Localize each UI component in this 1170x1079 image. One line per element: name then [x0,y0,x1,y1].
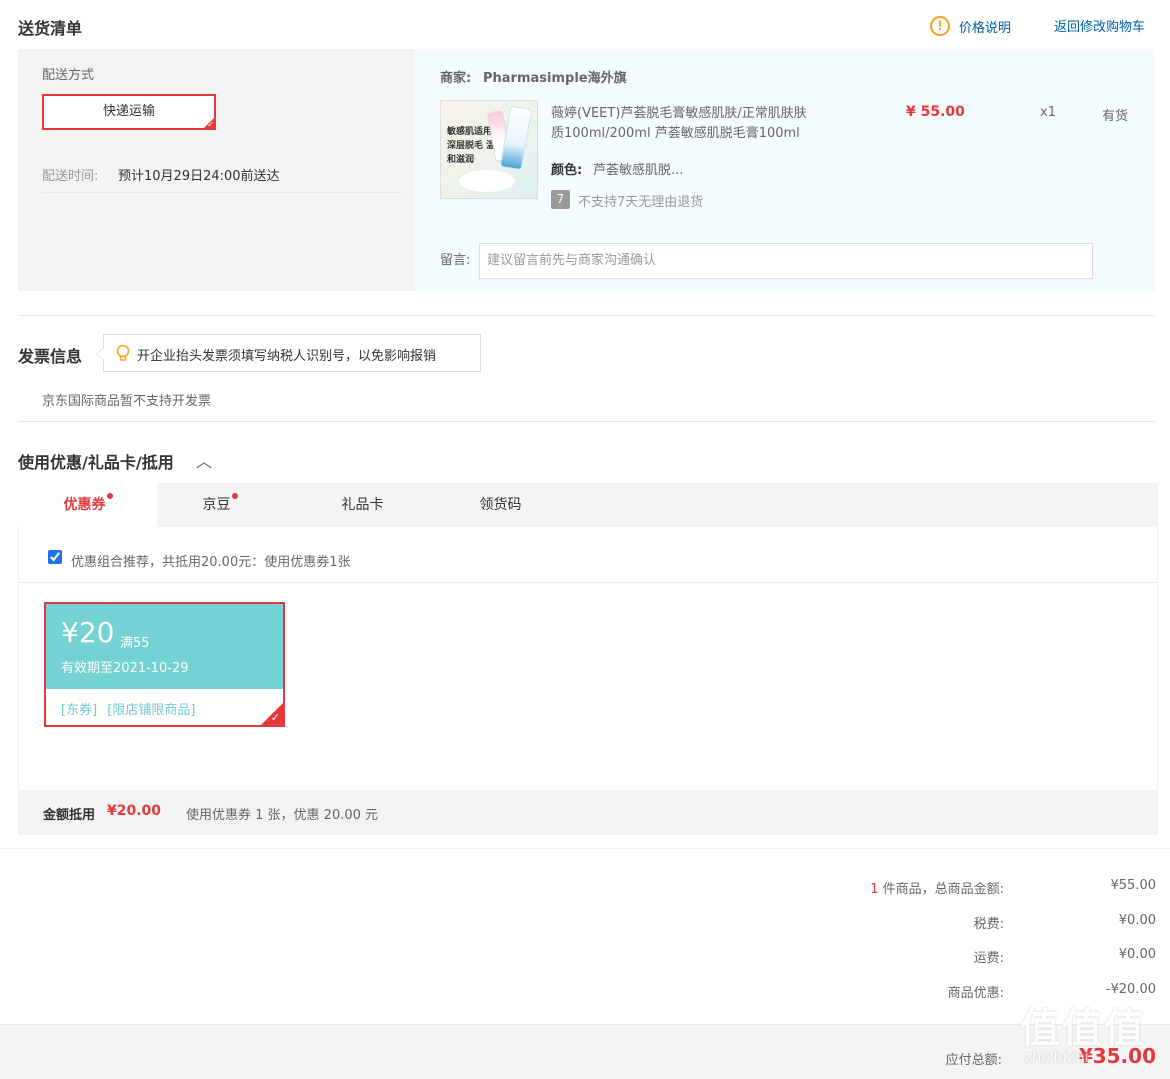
discount-row: 商品优惠: -¥20.00 [756,982,1156,1001]
shipping-time-value: 预计10月29日24:00前送达 [118,169,280,184]
product-tube-graphic [499,105,533,171]
discount-label: 商品优惠: [947,986,1004,1001]
tab-gift-card[interactable]: 礼品卡 [300,483,425,527]
goods-total-value: ¥55.00 [1110,878,1157,893]
lightbulb-icon [116,344,130,361]
divider [19,582,1157,583]
remark-label: 留言: [440,253,471,268]
combo-text: 优惠组合推荐，共抵用20.00元：使用优惠券1张 [71,555,351,570]
combo-checkbox[interactable] [48,550,62,564]
tab-pickup-code[interactable]: 领货码 [438,483,563,527]
tax-row: 税费: ¥0.00 [756,913,1156,932]
goods-total-row: 1 件商品，总商品金额: ¥55.00 [756,878,1157,897]
merchant-label: 商家: [440,71,472,86]
invoice-tip-text: 开企业抬头发票须填写纳税人识别号，以免影响报销 [137,349,437,364]
return-policy: 不支持7天无理由退货 [578,195,704,210]
tax-value: ¥0.00 [1118,913,1156,928]
coupon-tag: [东券] [61,703,98,718]
divider [18,421,1155,422]
coupon-amount: ¥20 [61,616,115,649]
tax-label: 税费: [973,917,1004,932]
summary-text: 使用优惠券 1 张，优惠 20.00 元 [186,808,379,823]
discount-tabs: 优惠券 京豆 礼品卡 领货码 [18,483,1158,527]
coupon-card[interactable]: ¥20 满55 有效期至2021-10-29 [东券] [限店铺限商品] ✓ [44,602,285,727]
color-value: 芦荟敏感肌脱... [593,163,684,178]
no-return-icon: 7 [551,190,570,209]
product-price: ¥ 55.00 [906,104,965,120]
goods-total-label: 件商品，总商品金额: [882,882,1004,897]
payable-value: ¥35.00 [1078,1044,1156,1068]
summary-amount: ¥20.00 [107,803,162,819]
tab-jingdou[interactable]: 京豆 [157,483,282,527]
coupon-validity: 有效期至2021-10-29 [61,661,189,676]
invoice-title: 发票信息 [18,347,83,366]
remark-input[interactable]: 建议留言前先与商家沟通确认 [479,243,1093,279]
divider [42,192,402,193]
shipping-fee-label: 运费: [973,951,1004,966]
product-image[interactable]: 敏感肌适用 深层脱毛 温和滋润 [440,100,538,199]
product-qty: x1 [1040,105,1056,120]
summary-label: 金额抵用 [43,808,96,823]
shipping-method-label: 配送方式 [42,68,95,83]
notification-dot [231,493,238,499]
shipping-fee-value: ¥0.00 [1118,947,1156,962]
check-icon: ✓ [207,120,214,129]
tab-coupons[interactable]: 优惠券 [18,483,157,527]
express-shipping-button[interactable]: 快递运输 ✓ [42,94,216,130]
coupon-condition: 满55 [120,636,150,651]
shipping-fee-row: 运费: ¥0.00 [756,947,1156,966]
chevron-up-icon[interactable]: ︿ [196,448,212,472]
price-note-link[interactable]: 价格说明 [959,17,1011,36]
stock-status: 有货 [1102,109,1129,124]
item-count: 1 [870,882,879,897]
divider [0,848,1170,849]
coupon-header: ¥20 满55 有效期至2021-10-29 [46,604,283,689]
back-to-cart-link[interactable]: 返回修改购物车 [1054,16,1145,35]
color-label: 颜色: [551,163,583,178]
flower-graphic [459,170,515,192]
payable-label: 应付总额: [945,1053,1002,1068]
notification-dot [106,493,113,499]
product-title-line2[interactable]: 质100ml/200ml 芦荟敏感肌脱毛膏100ml [551,124,800,144]
shipping-option-label: 快递运输 [102,104,155,119]
coupon-tags: [东券] [限店铺限商品] [61,699,195,718]
divider [18,315,1155,316]
invoice-tip: 开企业抬头发票须填写纳税人识别号，以免影响报销 [96,334,481,372]
check-icon: ✓ [270,711,280,724]
delivery-title: 送货清单 [18,19,83,38]
discount-title: 使用优惠/礼品卡/抵用 [18,453,174,472]
invoice-note: 京东国际商品暂不支持开发票 [42,394,212,409]
discount-value: -¥20.00 [1105,982,1156,997]
exclamation-circle-icon: ! [930,16,950,36]
shipping-time-label: 配送时间: [42,169,99,184]
coupon-tag: [限店铺限商品] [107,703,196,718]
product-title-line1[interactable]: 薇婷(VEET)芦荟脱毛膏敏感肌肤/正常肌肤肤 [551,104,807,124]
merchant-name: Pharmasimple海外旗 [483,71,627,86]
